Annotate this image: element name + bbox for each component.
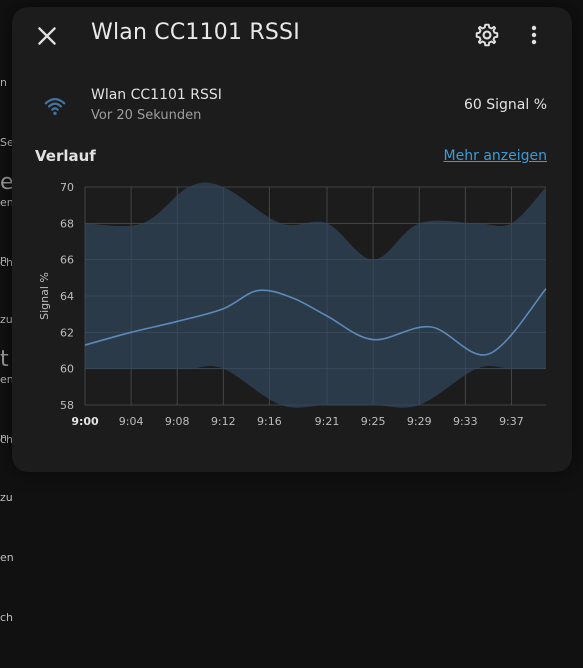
x-tick-label: 9:25 xyxy=(361,415,386,428)
x-tick-label: 9:04 xyxy=(119,415,144,428)
x-tick-label: 9:12 xyxy=(211,415,236,428)
y-tick-label: 64 xyxy=(60,290,74,303)
x-tick-label: 9:37 xyxy=(499,415,524,428)
more-info-dialog: Wlan CC1101 RSSI Wlan CC1101 RSSI Vor 20… xyxy=(12,7,572,472)
min-max-band xyxy=(85,182,546,408)
y-tick-label: 60 xyxy=(60,363,74,376)
x-tick-label: 9:21 xyxy=(315,415,340,428)
y-tick-label: 62 xyxy=(60,326,74,339)
x-tick-label: 9:33 xyxy=(453,415,478,428)
x-tick-label: 9:08 xyxy=(165,415,190,428)
y-tick-label: 66 xyxy=(60,254,74,267)
history-chart: 58 60 62 64 66 68 70 9:00 9:04 9:08 9:12 9:16 9:21 9:… xyxy=(38,181,547,428)
x-tick-label: 9:00 xyxy=(71,415,99,428)
bg-heading: t xyxy=(0,347,9,372)
y-tick-label: 58 xyxy=(60,399,74,412)
x-tick-label: 9:29 xyxy=(407,415,432,428)
y-tick-label: 70 xyxy=(60,181,74,194)
y-axis-label: Signal % xyxy=(38,272,51,320)
y-tick-label: 68 xyxy=(60,217,74,230)
x-tick-label: 9:16 xyxy=(257,415,282,428)
